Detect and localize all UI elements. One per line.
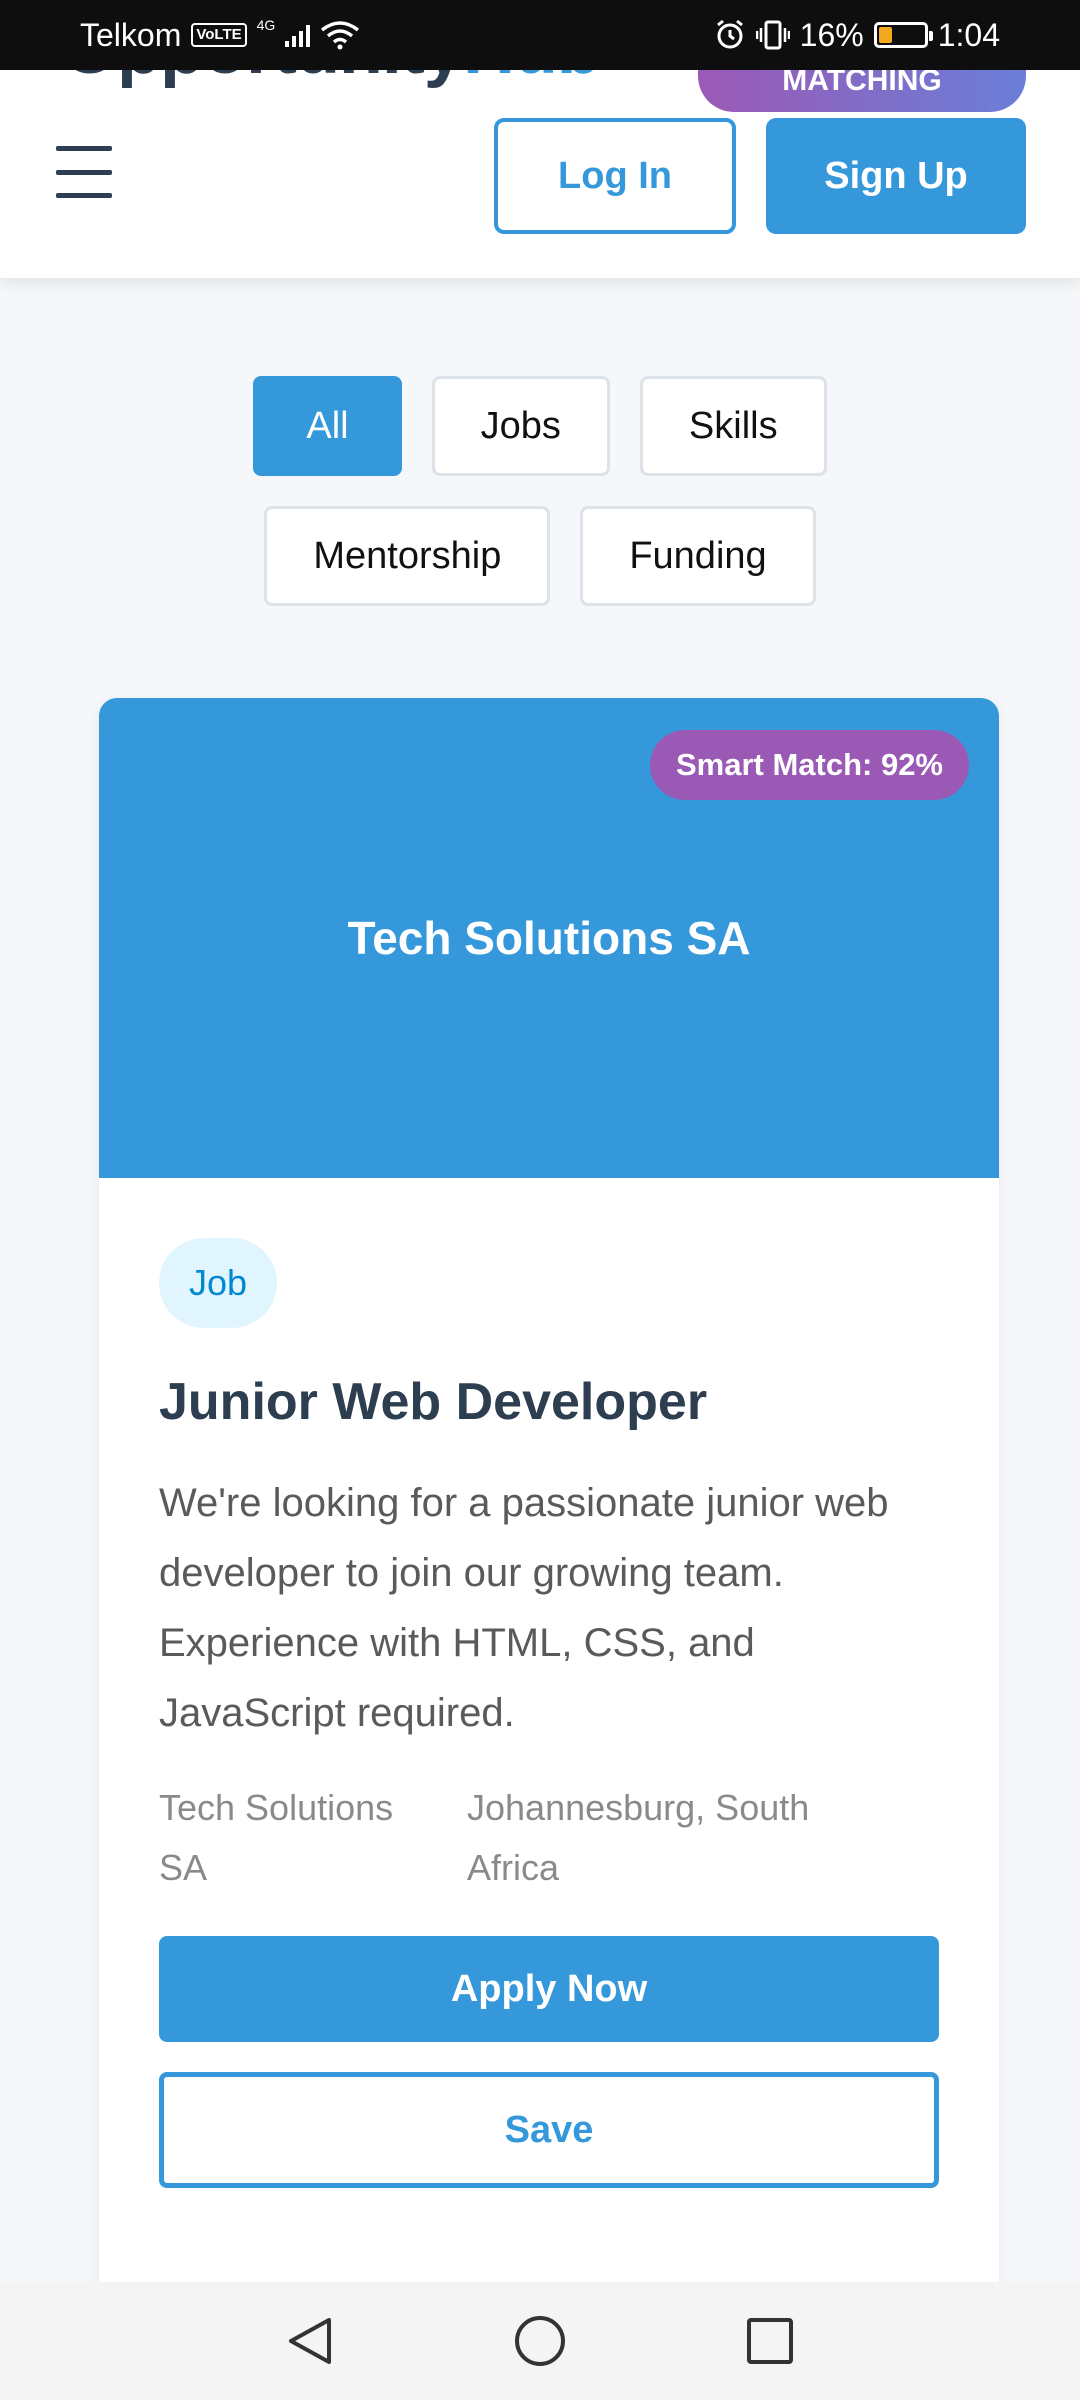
job-description: We're looking for a passionate junior we… xyxy=(159,1481,889,1735)
wifi-icon xyxy=(321,21,360,50)
job-meta: Tech Solutions SA Johannesburg, South Af… xyxy=(159,1778,939,1898)
filter-bar: All Jobs Skills Mentorship Funding xyxy=(0,376,1080,636)
apply-now-button[interactable]: Apply Now xyxy=(159,1936,939,2042)
signup-button[interactable]: Sign Up xyxy=(766,118,1026,234)
status-left: Telkom VoLTE 4G xyxy=(80,17,360,54)
site-header: OpportunityHub MATCHING Log In Sign Up xyxy=(0,70,1080,278)
filter-row-1: All Jobs Skills xyxy=(0,376,1080,476)
matching-badge: MATCHING xyxy=(698,70,1026,112)
save-button[interactable]: Save xyxy=(159,2072,939,2188)
opportunity-card: Smart Match: 92% Tech Solutions SA Job J… xyxy=(99,698,999,2288)
filter-funding[interactable]: Funding xyxy=(580,506,816,606)
filter-mentorship[interactable]: Mentorship xyxy=(264,506,551,606)
hero-company-name: Tech Solutions SA xyxy=(347,912,751,964)
filter-all[interactable]: All xyxy=(253,376,402,476)
battery-percent: 16% xyxy=(799,16,864,53)
signal-icon xyxy=(285,23,311,47)
login-button[interactable]: Log In xyxy=(494,118,736,234)
battery-icon xyxy=(873,22,933,48)
filter-skills[interactable]: Skills xyxy=(639,376,827,476)
volte-icon: VoLTE xyxy=(191,23,247,47)
site-logo[interactable]: OpportunityHub xyxy=(62,70,601,90)
system-nav-bar xyxy=(0,2282,1080,2400)
back-icon[interactable] xyxy=(280,2311,340,2371)
hamburger-icon[interactable] xyxy=(56,146,112,198)
vibrate-icon xyxy=(755,20,790,50)
company-name: Tech Solutions SA xyxy=(159,1787,394,1888)
job-title: Junior Web Developer xyxy=(159,1373,708,1431)
card-body: Job Junior Web Developer We're looking f… xyxy=(99,1178,999,2188)
smart-match-badge: Smart Match: 92% xyxy=(649,730,969,800)
clock: 1:04 xyxy=(937,16,1000,53)
status-right: 16% 1:04 xyxy=(714,17,1000,54)
filter-jobs[interactable]: Jobs xyxy=(431,376,610,476)
carrier-name: Telkom xyxy=(80,16,182,53)
card-hero: Smart Match: 92% Tech Solutions SA xyxy=(99,698,999,1178)
alarm-icon xyxy=(716,19,743,49)
type-tag: Job xyxy=(159,1238,278,1328)
status-bar: Telkom VoLTE 4G 16% 1:04 xyxy=(0,0,1080,70)
recents-icon[interactable] xyxy=(740,2311,800,2371)
job-location: Johannesburg, South Africa xyxy=(467,1787,810,1888)
network-type: 4G xyxy=(256,17,276,33)
home-icon[interactable] xyxy=(510,2311,570,2371)
filter-row-2: Mentorship Funding xyxy=(0,506,1080,606)
